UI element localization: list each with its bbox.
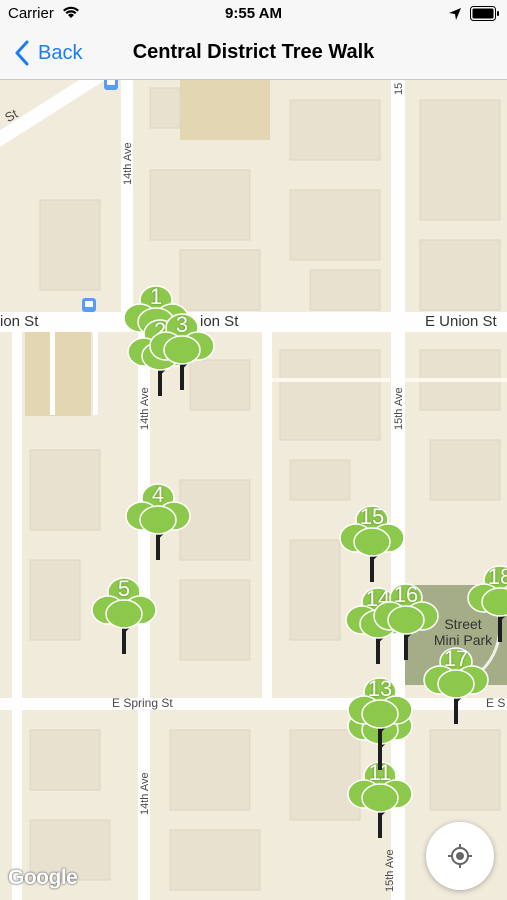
tree-marker[interactable]: 4 — [124, 482, 192, 562]
street-label-e-union-right: E Union St — [425, 313, 497, 330]
tree-marker[interactable]: 13 — [346, 676, 414, 756]
tree-marker-number: 4 — [151, 482, 165, 507]
tree-marker-number: 15 — [359, 504, 385, 529]
tree-marker[interactable]: 15 — [338, 504, 406, 584]
status-bar: Carrier 9:55 AM — [0, 0, 507, 28]
street-label-e-spring: E Spring St — [112, 696, 173, 710]
tree-marker[interactable]: 5 — [90, 576, 158, 656]
street-label-e-union-left: ion St — [0, 313, 39, 330]
google-logo: Google — [8, 866, 78, 889]
tree-marker[interactable]: 18 — [466, 564, 507, 644]
street-label-15th-ave-bottom: 15th Ave — [384, 849, 396, 892]
tree-marker[interactable]: 3 — [148, 312, 216, 392]
bus-stop-icon[interactable] — [104, 80, 118, 90]
tree-marker-number: 3 — [175, 312, 189, 337]
tree-marker[interactable]: 11 — [346, 760, 414, 840]
bus-stop-icon[interactable] — [82, 298, 96, 312]
my-location-button[interactable] — [426, 822, 494, 890]
tree-marker-number: 17 — [443, 646, 469, 671]
page-title: Central District Tree Walk — [132, 41, 375, 63]
status-time: 9:55 AM — [225, 5, 282, 22]
location-arrow-icon — [449, 8, 461, 20]
tree-marker-number: 18 — [487, 564, 507, 589]
street-label-14th-ave-top: 14th Ave — [122, 142, 134, 185]
tree-marker-number: 1 — [149, 284, 163, 309]
navigation-bar: Back Central District Tree Walk — [0, 28, 507, 80]
map-view[interactable]: ion St ion St E Union St E Spring St E S… — [0, 80, 507, 900]
battery-icon — [470, 6, 499, 21]
street-label-15th-ave-top: 15 — [393, 82, 405, 95]
tree-marker-number: 13 — [367, 676, 393, 701]
tree-marker-number: 16 — [393, 582, 419, 607]
tree-marker[interactable]: 17 — [422, 646, 490, 726]
map-base — [0, 80, 507, 900]
tree-marker-number: 5 — [117, 576, 131, 601]
street-label-14th-ave-bottom: 14th Ave — [139, 772, 151, 815]
street-label-15th-ave-mid: 15th Ave — [393, 387, 405, 430]
crosshair-icon — [448, 844, 472, 868]
